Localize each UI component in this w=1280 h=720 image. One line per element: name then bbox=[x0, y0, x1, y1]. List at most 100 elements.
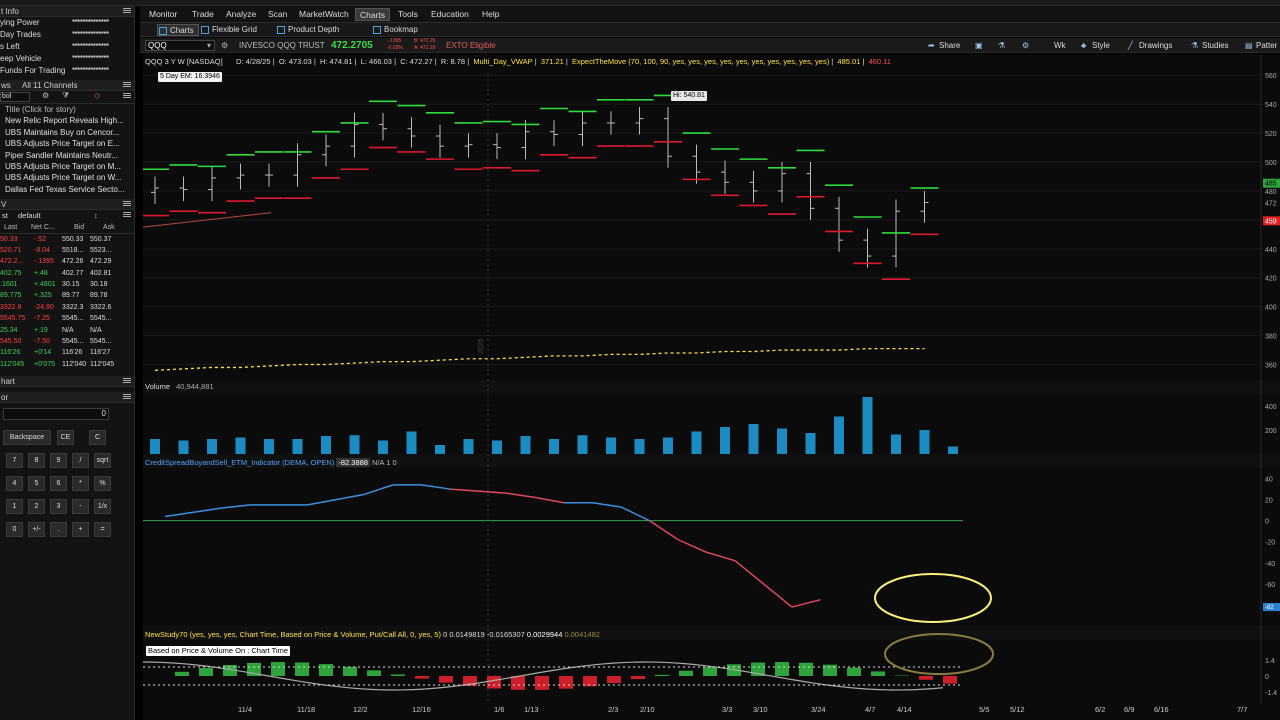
sort-icon[interactable]: ↕ bbox=[94, 210, 98, 222]
menu-icon[interactable] bbox=[123, 377, 131, 385]
watchlist-header[interactable]: V bbox=[0, 199, 134, 211]
subtab-flexible-grid[interactable]: Flexible Grid bbox=[200, 24, 257, 36]
subtab-bookmap[interactable]: Bookmap bbox=[372, 24, 418, 36]
news-item[interactable]: UBS Adjusts Price Target on M... bbox=[0, 161, 134, 172]
calc-key-button[interactable]: 6 bbox=[50, 476, 67, 492]
watchlist-row[interactable]: 5545.75 -7.25 5545... 5545... bbox=[0, 313, 134, 324]
watchlist-row[interactable]: 116'26 +0'14 116'26 116'27 bbox=[0, 347, 134, 358]
calc-key-button[interactable]: 7 bbox=[6, 453, 23, 469]
drawings-button[interactable]: ╱ Drawings bbox=[1128, 40, 1172, 51]
calc-key-button[interactable]: 0 bbox=[6, 522, 23, 538]
news-channels-select[interactable]: All 11 Channels bbox=[22, 80, 77, 91]
patterns-button[interactable]: ▤ Patter bbox=[1245, 40, 1277, 51]
chart-gadget-header[interactable]: hart bbox=[0, 376, 134, 388]
calc-key-button[interactable]: % bbox=[94, 476, 111, 492]
news-item[interactable]: UBS Adjusts Price Target on W... bbox=[0, 172, 134, 183]
calc-key-button[interactable]: / bbox=[72, 453, 89, 469]
style-button[interactable]: ♣ Style bbox=[1081, 40, 1110, 51]
subtab-charts[interactable]: Charts bbox=[157, 24, 199, 36]
calc-key-button[interactable]: . bbox=[50, 522, 67, 538]
watchlist-last: 472.2... bbox=[0, 258, 24, 266]
calc-key-button[interactable]: sqrt bbox=[94, 453, 111, 469]
news-column-header[interactable]: Title (Click for story) bbox=[0, 104, 134, 115]
calc-key-button[interactable]: - bbox=[72, 499, 89, 515]
news-symbol-input[interactable]: bol bbox=[0, 92, 30, 102]
x-tick-label: 3/24 bbox=[811, 705, 826, 714]
volume-panel-label[interactable]: Volume 40,944,881 bbox=[145, 381, 214, 392]
account-info-header[interactable]: t Info bbox=[0, 6, 134, 17]
vwap-value: 371.21 bbox=[540, 57, 564, 66]
watchlist-row[interactable]: 520.71 -8.04 5518... 5523... bbox=[0, 245, 134, 256]
watchlist-row[interactable]: 472.2... -.1395 472.26 472.29 bbox=[0, 256, 134, 267]
col-bid[interactable]: Bid bbox=[74, 222, 84, 233]
news-item[interactable]: UBS Adjusts Price Target on E... bbox=[0, 138, 134, 149]
chart-canvas[interactable]: 5605405205004804604404204003803604854724… bbox=[143, 54, 1280, 720]
eraser-icon[interactable]: ◇ bbox=[94, 91, 100, 100]
menu-item-tools[interactable]: Tools bbox=[394, 8, 422, 21]
subtab-product-depth[interactable]: Product Depth bbox=[276, 24, 339, 36]
timeframe-select[interactable]: Wk bbox=[1043, 40, 1066, 51]
menu-icon[interactable] bbox=[123, 81, 131, 89]
col-ask[interactable]: Ask bbox=[103, 222, 115, 233]
calc-key-button[interactable]: 5 bbox=[28, 476, 45, 492]
chart-area[interactable]: 5605405205004804604404204003803604854724… bbox=[143, 54, 1280, 720]
news-header[interactable]: ws All 11 Channels bbox=[0, 80, 134, 91]
watchlist-row[interactable]: 25.34 +.19 N/A N/A bbox=[0, 325, 134, 336]
calc-key-button[interactable]: 9 bbox=[50, 453, 67, 469]
indicator-panel-label[interactable]: CreditSpreadBuyandSell_ETM_Indicator (DE… bbox=[145, 457, 397, 468]
menu-item-help[interactable]: Help bbox=[478, 8, 503, 21]
filter-icon[interactable]: ⧩ bbox=[62, 91, 69, 101]
menu-icon[interactable] bbox=[123, 92, 131, 100]
calc-key-button[interactable]: + bbox=[72, 522, 89, 538]
watchlist-row[interactable]: 50.33 -.52 550.33 550.37 bbox=[0, 234, 134, 245]
calc-key-button[interactable]: 2 bbox=[28, 499, 45, 515]
menu-item-scan[interactable]: Scan bbox=[264, 8, 291, 21]
menu-item-charts[interactable]: Charts bbox=[355, 8, 391, 21]
watchlist-row[interactable]: 3322.8 -24.90 3322.3 3322.6 bbox=[0, 302, 134, 313]
watchlist-select[interactable]: default bbox=[18, 210, 41, 222]
menu-item-trade[interactable]: Trade bbox=[188, 8, 218, 21]
menu-icon[interactable] bbox=[123, 7, 131, 15]
chart-symbol-header[interactable]: QQQ 3 Y W [NASDAQ] bbox=[145, 57, 223, 66]
news-item[interactable]: New Relic Report Reveals High... bbox=[0, 115, 134, 126]
gear-icon[interactable]: ⚙ bbox=[42, 91, 49, 100]
calc-key-button[interactable]: 1 bbox=[6, 499, 23, 515]
watchlist-row[interactable]: 112'045 +0'075 112'040 112'045 bbox=[0, 359, 134, 370]
calculator-header[interactable]: or bbox=[0, 392, 134, 404]
menu-icon[interactable] bbox=[123, 211, 131, 219]
studies-button[interactable]: ⚗ Studies bbox=[1191, 40, 1229, 51]
chevron-down-icon[interactable]: ▾ bbox=[207, 40, 211, 51]
watchlist-row[interactable]: 89.775 +.325 89.77 89.78 bbox=[0, 290, 134, 301]
share-button[interactable]: ➦ Share bbox=[928, 40, 960, 51]
calc-c-button[interactable]: C bbox=[89, 430, 106, 446]
tab-icon bbox=[201, 26, 209, 34]
calc-key-button[interactable]: * bbox=[72, 476, 89, 492]
col-net-change[interactable]: Net C... bbox=[31, 222, 55, 233]
menu-item-marketwatch[interactable]: MarketWatch bbox=[295, 8, 353, 21]
news-item[interactable]: Dallas Fed Texas Service Secto... bbox=[0, 184, 134, 195]
menu-icon[interactable] bbox=[123, 393, 131, 401]
calc-key-button[interactable]: 3 bbox=[50, 499, 67, 515]
menu-item-education[interactable]: Education bbox=[427, 8, 473, 21]
etm-study-label[interactable]: ExpectTheMove (70, 100, 90, yes, yes, ye… bbox=[572, 57, 829, 66]
calc-key-button[interactable]: = bbox=[94, 522, 111, 538]
watchlist-row[interactable]: 545.50 -7.50 5545... 5545... bbox=[0, 336, 134, 347]
vwap-study-label[interactable]: Multi_Day_VWAP bbox=[473, 57, 532, 66]
calc-key-button[interactable]: 4 bbox=[6, 476, 23, 492]
study70-panel-label[interactable]: NewStudy70 (yes, yes, yes, Chart Time, B… bbox=[145, 629, 600, 640]
menu-item-analyze[interactable]: Analyze bbox=[222, 8, 260, 21]
menu-item-monitor[interactable]: Monitor bbox=[145, 8, 181, 21]
col-last[interactable]: Last bbox=[4, 222, 17, 233]
menu-icon[interactable] bbox=[123, 200, 131, 208]
news-item[interactable]: UBS Maintains Buy on Cencor... bbox=[0, 127, 134, 138]
calc-backspace-button[interactable]: Backspace bbox=[3, 430, 51, 446]
calc-key-button[interactable]: +/- bbox=[28, 522, 45, 538]
calc-key-button[interactable]: 1/x bbox=[94, 499, 111, 515]
news-item[interactable]: Piper Sandler Maintains Neutr... bbox=[0, 150, 134, 161]
calc-key-button[interactable]: 8 bbox=[28, 453, 45, 469]
symbol-input[interactable]: QQQ bbox=[145, 40, 215, 51]
watchlist-row[interactable]: 402.75 +.48 402.77 402.81 bbox=[0, 268, 134, 279]
watchlist-row[interactable]: .1601 +.4801 30.15 30.18 bbox=[0, 279, 134, 290]
settings-icon[interactable]: ⚙ bbox=[221, 40, 228, 51]
calc-ce-button[interactable]: CE bbox=[57, 430, 74, 446]
